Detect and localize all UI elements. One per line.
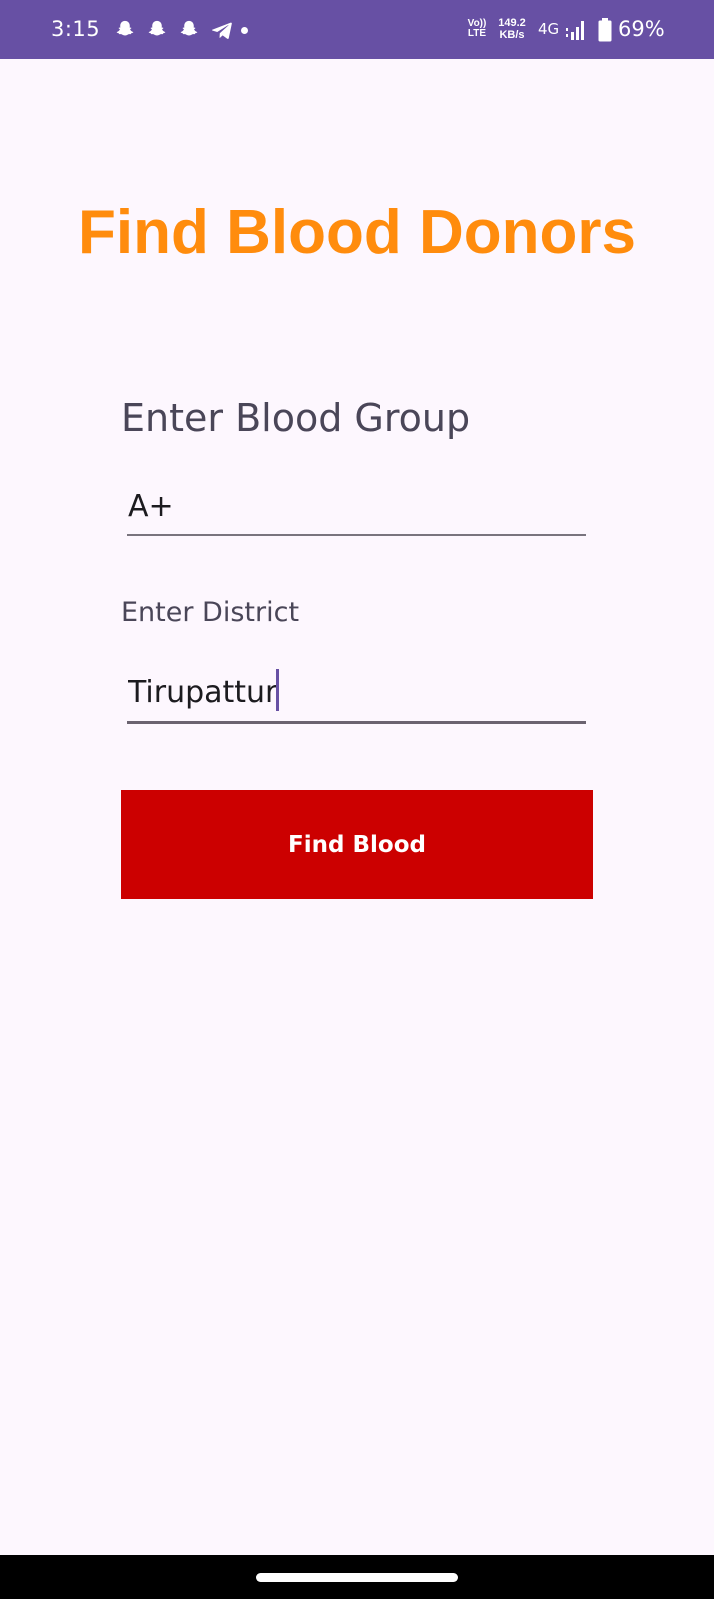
district-field[interactable]: [127, 670, 586, 724]
battery-percent: 69%: [618, 17, 665, 41]
battery-icon: [598, 18, 612, 42]
find-blood-button[interactable]: Find Blood: [121, 790, 593, 899]
snapchat-icon: [148, 20, 166, 36]
text-cursor: [276, 669, 279, 711]
status-time: 3:15: [51, 17, 101, 41]
network-type: 4G: [538, 20, 560, 38]
status-bar: 3:15 Vo)) LTE 149.2 KB/s 4G 69%: [0, 0, 714, 59]
district-label: Enter District: [121, 597, 300, 628]
more-notifications-dot: [241, 27, 248, 34]
snapchat-icon: [180, 20, 198, 36]
blood-group-input[interactable]: [127, 484, 586, 528]
district-input[interactable]: [127, 670, 586, 714]
snapchat-icon: [116, 20, 134, 36]
navigation-bar: [0, 1555, 714, 1599]
blood-group-field[interactable]: [127, 484, 586, 536]
telegram-icon: [211, 22, 232, 39]
page-title: Find Blood Donors: [78, 198, 636, 267]
network-speed: 149.2 KB/s: [498, 17, 526, 41]
signal-icon: [566, 21, 584, 40]
blood-group-label: Enter Blood Group: [121, 396, 471, 440]
volte-indicator: Vo)) LTE: [467, 18, 487, 39]
home-gesture-handle[interactable]: [256, 1573, 458, 1582]
